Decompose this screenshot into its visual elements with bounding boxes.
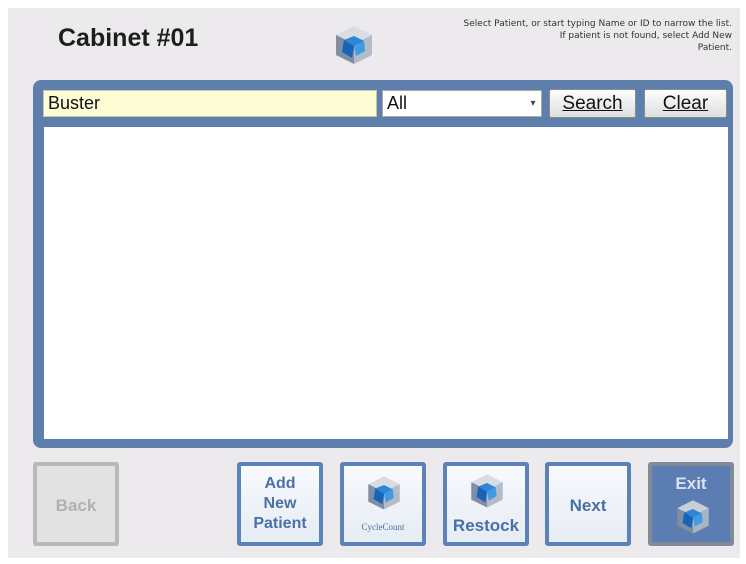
cube-logo-icon: [336, 26, 372, 64]
search-input[interactable]: Buster: [43, 90, 377, 117]
cyclecount-button[interactable]: CycleCount: [340, 462, 426, 546]
filter-dropdown[interactable]: All ▾: [382, 90, 542, 117]
back-button-label: Back: [55, 496, 97, 515]
instructions-line: Select Patient, or start typing Name or …: [463, 19, 732, 29]
exit-button[interactable]: Exit: [648, 462, 734, 546]
back-button[interactable]: Back: [33, 462, 119, 546]
filter-selected-value: All: [387, 93, 408, 113]
patient-list[interactable]: [44, 127, 728, 439]
search-button-label: Search: [562, 93, 623, 114]
next-button-label: Next: [569, 496, 607, 515]
add-new-patient-label-line: Patient: [253, 515, 307, 532]
cyclecount-label: CycleCount: [361, 522, 405, 532]
chevron-down-icon[interactable]: ▾: [527, 96, 539, 112]
next-button[interactable]: Next: [545, 462, 631, 546]
instructions-line: Patient.: [697, 43, 732, 53]
cube-icon: [368, 476, 400, 510]
instructions-text: Select Patient, or start typing Name or …: [392, 18, 732, 54]
add-new-patient-label-line: New: [263, 495, 297, 512]
clear-button-label: Clear: [662, 93, 709, 114]
clear-button[interactable]: Clear: [644, 89, 727, 118]
add-new-patient-button[interactable]: Add New Patient: [237, 462, 323, 546]
page-title: Cabinet #01: [58, 24, 199, 52]
restock-label: Restock: [452, 516, 520, 535]
exit-button-label: Exit: [675, 474, 707, 493]
cube-icon: [471, 474, 503, 508]
instructions-line: If patient is not found, select Add New: [559, 31, 732, 41]
add-new-patient-label: Add New Patient: [241, 474, 319, 534]
cube-icon: [677, 500, 709, 534]
add-new-patient-label-line: Add: [264, 475, 296, 492]
restock-button[interactable]: Restock: [443, 462, 529, 546]
search-button[interactable]: Search: [549, 89, 636, 118]
